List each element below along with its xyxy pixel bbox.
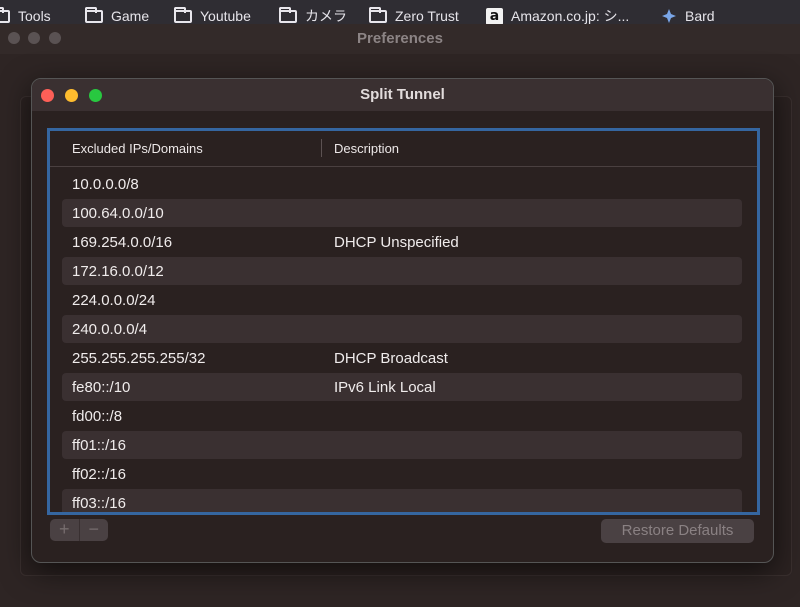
table-row[interactable]: fd00::/8 [62, 402, 742, 430]
bookmarks-bar: Tools Game Youtube カメラ Zero Trust a Amaz… [0, 0, 800, 24]
preferences-title: Preferences [357, 30, 443, 47]
bookmark-label: Bard [685, 8, 715, 24]
bookmark-youtube[interactable]: Youtube [174, 6, 251, 24]
excluded-ips-table[interactable]: Excluded IPs/Domains Description 10.0.0.… [47, 128, 760, 515]
table-row[interactable]: ff03::/16 [62, 489, 742, 512]
table-row[interactable]: 100.64.0.0/10 [62, 199, 742, 227]
ip-cell: ff03::/16 [72, 495, 126, 512]
ip-cell: 169.254.0.0/16 [72, 234, 173, 251]
column-header-description[interactable]: Description [334, 141, 399, 156]
folder-icon [85, 6, 103, 23]
table-row[interactable]: 224.0.0.0/24 [62, 286, 742, 314]
bookmark-tools[interactable]: Tools [0, 6, 51, 24]
remove-button[interactable]: − [80, 519, 109, 541]
folder-icon [0, 6, 10, 23]
table-row[interactable]: ff02::/16 [62, 460, 742, 488]
table-row[interactable]: 169.254.0.0/16 DHCP Unspecified [62, 228, 742, 256]
ip-cell: 10.0.0.0/8 [72, 176, 139, 193]
bookmark-camera[interactable]: カメラ [279, 6, 347, 24]
ip-cell: 100.64.0.0/10 [72, 205, 164, 222]
split-tunnel-window: Split Tunnel Excluded IPs/Domains Descri… [31, 78, 774, 563]
ip-cell: fe80::/10 [72, 379, 131, 396]
bookmark-amazon[interactable]: a Amazon.co.jp: シ... [486, 7, 629, 24]
table-row[interactable]: 10.0.0.0/8 [62, 170, 742, 198]
bookmark-label: カメラ [305, 8, 347, 24]
table-row[interactable]: ff01::/16 [62, 431, 742, 459]
folder-icon [369, 6, 387, 23]
bookmark-game[interactable]: Game [85, 6, 150, 24]
table-row[interactable]: 172.16.0.0/12 [62, 257, 742, 285]
bookmark-label: Zero Trust [395, 8, 459, 24]
ip-cell: ff01::/16 [72, 437, 126, 454]
folder-icon [174, 6, 192, 23]
preferences-titlebar: Preferences [0, 24, 800, 54]
description-cell: DHCP Unspecified [334, 234, 459, 251]
amazon-icon: a [486, 7, 503, 24]
ip-cell: ff02::/16 [72, 466, 126, 483]
bookmark-label: Youtube [200, 8, 251, 24]
split-tunnel-titlebar: Split Tunnel [32, 79, 773, 111]
ip-cell: 240.0.0.0/4 [72, 321, 148, 338]
ip-cell: fd00::/8 [72, 408, 123, 425]
split-tunnel-title: Split Tunnel [360, 86, 445, 103]
bookmark-label: Amazon.co.jp: シ... [511, 8, 630, 24]
add-remove-control: + − [50, 519, 108, 541]
add-button[interactable]: + [50, 519, 80, 541]
description-cell: DHCP Broadcast [334, 350, 448, 367]
bard-icon [661, 8, 677, 24]
column-divider[interactable] [321, 139, 322, 157]
bookmark-label: Tools [18, 8, 51, 24]
ip-cell: 255.255.255.255/32 [72, 350, 206, 367]
folder-icon [279, 6, 297, 23]
table-row[interactable]: 240.0.0.0/4 [62, 315, 742, 343]
table-row[interactable]: fe80::/10 IPv6 Link Local [62, 373, 742, 401]
column-header-ip[interactable]: Excluded IPs/Domains [72, 141, 203, 156]
table-row[interactable]: 255.255.255.255/32 DHCP Broadcast [62, 344, 742, 372]
table-header: Excluded IPs/Domains Description [50, 131, 757, 167]
bookmark-bard[interactable]: Bard [661, 7, 715, 24]
bookmark-zero-trust[interactable]: Zero Trust [369, 6, 459, 24]
ip-cell: 224.0.0.0/24 [72, 292, 156, 309]
restore-defaults-button[interactable]: Restore Defaults [601, 519, 754, 543]
bookmark-label: Game [111, 8, 150, 24]
description-cell: IPv6 Link Local [334, 379, 436, 396]
ip-cell: 172.16.0.0/12 [72, 263, 164, 280]
